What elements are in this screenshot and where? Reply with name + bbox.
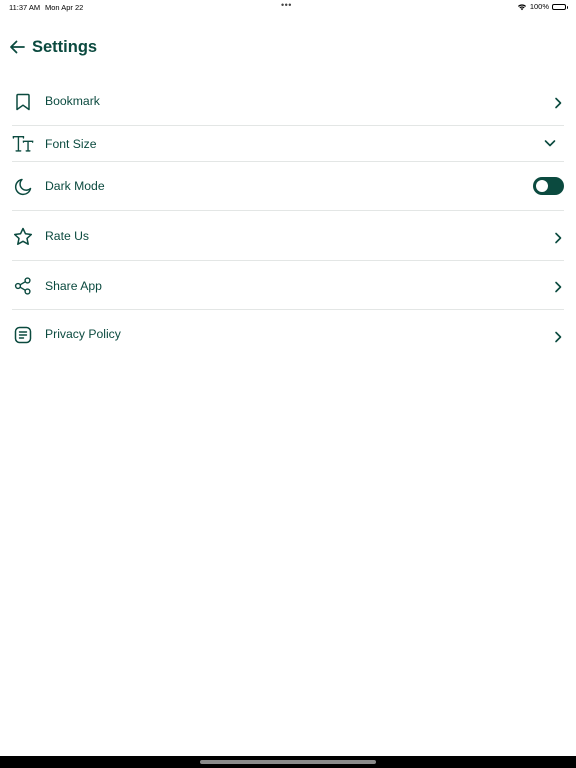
- status-right: 100%: [517, 2, 568, 11]
- settings-item-label: Bookmark: [45, 94, 100, 108]
- settings-list: Bookmark Font Size Dark Mode Rate Us Sha…: [12, 78, 564, 360]
- star-icon: [12, 225, 34, 247]
- bookmark-icon: [12, 91, 34, 113]
- chevron-down-icon: [544, 137, 556, 149]
- dark-mode-toggle[interactable]: [533, 177, 564, 195]
- settings-item-bookmark[interactable]: Bookmark: [12, 78, 564, 126]
- settings-item-label: Dark Mode: [45, 179, 105, 193]
- chevron-right-icon: [552, 281, 564, 293]
- moon-icon: [12, 176, 34, 198]
- home-indicator[interactable]: [200, 760, 376, 764]
- settings-item-label: Font Size: [45, 137, 97, 151]
- chevron-right-icon: [552, 331, 564, 343]
- header: Settings: [0, 34, 576, 62]
- settings-item-privacy-policy[interactable]: Privacy Policy: [12, 310, 564, 360]
- toggle-knob: [536, 180, 548, 192]
- settings-item-label: Rate Us: [45, 229, 90, 243]
- page-title: Settings: [32, 38, 98, 56]
- settings-item-share-app[interactable]: Share App: [12, 261, 564, 310]
- status-date: Mon Apr 22: [45, 3, 84, 12]
- settings-item-rate-us[interactable]: Rate Us: [12, 211, 564, 261]
- back-button[interactable]: [8, 38, 26, 56]
- home-bar-area: [0, 756, 576, 768]
- wifi-icon: [517, 3, 527, 11]
- settings-item-label: Share App: [45, 279, 102, 293]
- settings-item-dark-mode[interactable]: Dark Mode: [12, 162, 564, 211]
- status-bar: 11:37 AM Mon Apr 22 ••• 100%: [0, 0, 576, 14]
- toggle-switch[interactable]: [533, 177, 564, 195]
- arrow-left-icon: [9, 40, 25, 54]
- status-time: 11:37 AM: [9, 3, 41, 12]
- settings-item-label: Privacy Policy: [45, 327, 121, 341]
- multitasking-dots[interactable]: •••: [281, 0, 292, 10]
- battery-icon: [552, 3, 568, 10]
- settings-item-font-size[interactable]: Font Size: [12, 126, 564, 162]
- share-icon: [12, 275, 34, 297]
- document-icon: [12, 324, 34, 346]
- chevron-right-icon: [552, 232, 564, 244]
- battery-percent: 100%: [529, 2, 549, 11]
- font-size-icon: [12, 133, 34, 155]
- chevron-right-icon: [552, 97, 564, 109]
